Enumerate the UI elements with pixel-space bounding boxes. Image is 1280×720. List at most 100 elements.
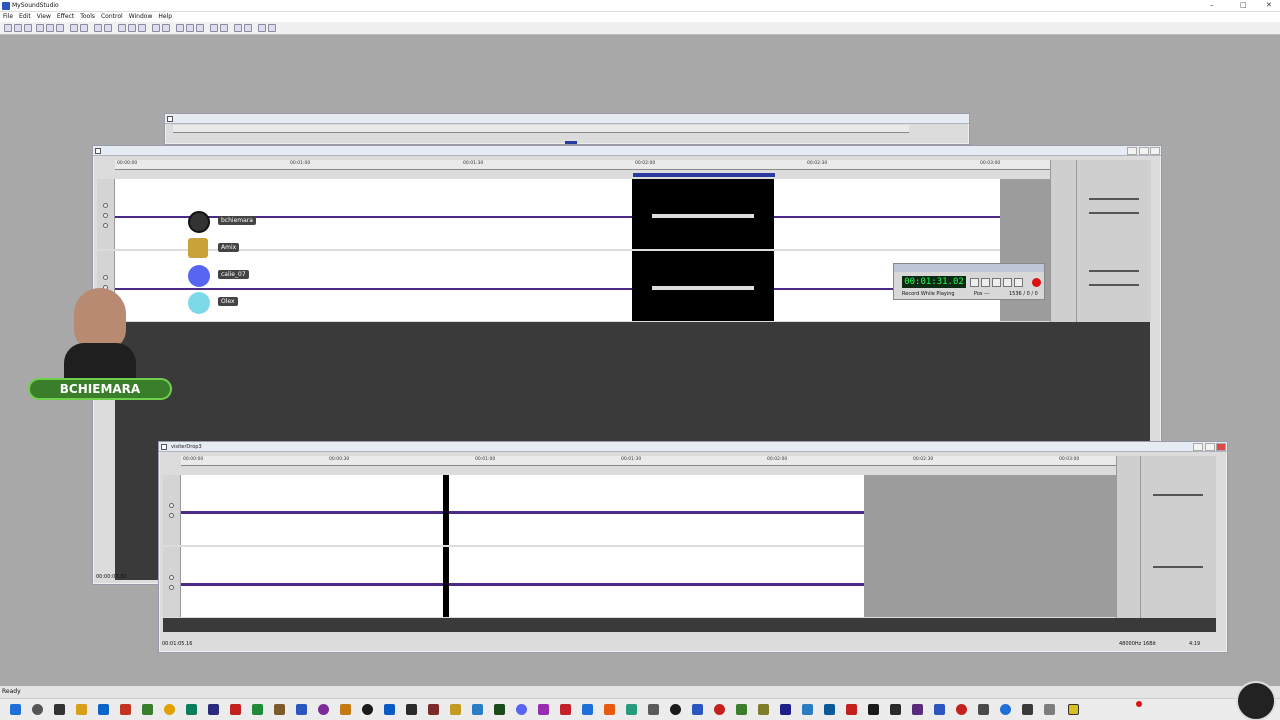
app-icon[interactable] — [846, 704, 857, 715]
app-icon[interactable] — [142, 704, 153, 715]
app-icon[interactable] — [670, 704, 681, 715]
solo-icon[interactable] — [169, 585, 174, 590]
zoom-in-icon[interactable] — [94, 24, 102, 32]
audio-track-2[interactable] — [181, 547, 864, 617]
selection-range-bar[interactable] — [633, 173, 775, 177]
app-icon[interactable] — [582, 704, 593, 715]
app-icon[interactable] — [472, 704, 483, 715]
pause-icon[interactable] — [1003, 278, 1012, 287]
app-icon[interactable] — [714, 704, 725, 715]
menu-view[interactable]: View — [37, 12, 51, 22]
app-icon[interactable] — [780, 704, 791, 715]
audio-track-2[interactable] — [115, 251, 1000, 321]
mute-icon[interactable] — [169, 503, 174, 508]
app-icon[interactable] — [978, 704, 989, 715]
zoom-out-icon[interactable] — [104, 24, 112, 32]
app-icon[interactable] — [230, 704, 241, 715]
app-icon[interactable] — [824, 704, 835, 715]
minimize-button[interactable] — [1127, 147, 1137, 155]
menu-edit[interactable]: Edit — [19, 12, 31, 22]
app-icon[interactable] — [934, 704, 945, 715]
app-icon[interactable] — [318, 704, 329, 715]
track-header-1[interactable] — [97, 179, 115, 249]
new-icon[interactable] — [4, 24, 12, 32]
task-view-icon[interactable] — [54, 704, 65, 715]
open-icon[interactable] — [14, 24, 22, 32]
volume-fader[interactable] — [1089, 198, 1139, 200]
playhead-cursor[interactable] — [443, 475, 449, 545]
record-icon[interactable] — [138, 24, 146, 32]
app-icon[interactable] — [340, 704, 351, 715]
active-app-icon[interactable] — [1068, 704, 1079, 715]
app-icon[interactable] — [912, 704, 923, 715]
app-icon[interactable] — [626, 704, 637, 715]
loop-icon[interactable] — [210, 24, 218, 32]
excel-icon[interactable] — [252, 704, 263, 715]
menu-tools[interactable]: Tools — [80, 12, 95, 22]
app-icon[interactable] — [186, 704, 197, 715]
timeline-ruler[interactable]: 00:00:00 00:00:30 00:01:00 00:01:30 00:0… — [181, 456, 1116, 466]
menu-window[interactable]: Window — [129, 12, 153, 22]
app-icon[interactable] — [736, 704, 747, 715]
copy-icon[interactable] — [46, 24, 54, 32]
minimize-icon[interactable]: – — [1210, 1, 1214, 9]
redo-icon[interactable] — [80, 24, 88, 32]
play-icon[interactable] — [992, 278, 1001, 287]
record-icon[interactable] — [1032, 278, 1041, 287]
minimize-button[interactable] — [1193, 443, 1203, 451]
selected-region[interactable] — [632, 179, 774, 249]
settings-icon[interactable] — [244, 24, 252, 32]
stop-icon[interactable] — [128, 24, 136, 32]
volume-fader[interactable] — [1153, 566, 1203, 568]
mixer-icon[interactable] — [234, 24, 242, 32]
close-button[interactable] — [1216, 443, 1226, 451]
cut-icon[interactable] — [36, 24, 44, 32]
menu-control[interactable]: Control — [101, 12, 123, 22]
horizontal-scrollbar[interactable] — [163, 618, 1216, 632]
menu-help[interactable]: Help — [158, 12, 172, 22]
maximize-button[interactable] — [1139, 147, 1149, 155]
fade-in-icon[interactable] — [176, 24, 184, 32]
mix-window[interactable]: visiterDrop3 00:00:00 00:00:30 00:01:00 … — [158, 441, 1228, 653]
app-icon[interactable] — [406, 704, 417, 715]
rewind-icon[interactable] — [970, 278, 979, 287]
mute-icon[interactable] — [103, 203, 108, 208]
solo-icon[interactable] — [103, 213, 108, 218]
app-icon[interactable] — [450, 704, 461, 715]
solo-icon[interactable] — [169, 513, 174, 518]
app-icon[interactable] — [692, 704, 703, 715]
fade-out-icon[interactable] — [186, 24, 194, 32]
app-icon[interactable] — [428, 704, 439, 715]
app-icon[interactable] — [1022, 704, 1033, 715]
track-header-1[interactable] — [163, 475, 181, 545]
track-header-2[interactable] — [163, 547, 181, 617]
app-icon[interactable] — [802, 704, 813, 715]
timeline-ruler[interactable]: 00:00:00 00:01:00 00:01:30 00:02:00 00:0… — [115, 160, 1050, 170]
app-icon[interactable] — [890, 704, 901, 715]
volume-fader[interactable] — [1089, 270, 1139, 272]
app-icon[interactable] — [560, 704, 571, 715]
app-icon[interactable] — [384, 704, 395, 715]
app-icon[interactable] — [120, 704, 131, 715]
stop-icon[interactable] — [981, 278, 990, 287]
mute-icon[interactable] — [103, 275, 108, 280]
forward-icon[interactable] — [1014, 278, 1023, 287]
record-mode[interactable]: Record While Playing — [902, 291, 955, 297]
app-icon[interactable] — [758, 704, 769, 715]
region-icon[interactable] — [162, 24, 170, 32]
snap-icon[interactable] — [220, 24, 228, 32]
save-icon[interactable] — [24, 24, 32, 32]
app-icon[interactable] — [868, 704, 879, 715]
close-button[interactable] — [1150, 147, 1160, 155]
paste-icon[interactable] — [56, 24, 64, 32]
maximize-icon[interactable]: □ — [1240, 1, 1247, 9]
volume-fader[interactable] — [1153, 494, 1203, 496]
discord-icon[interactable] — [516, 704, 527, 715]
info-icon[interactable] — [268, 24, 276, 32]
play-icon[interactable] — [118, 24, 126, 32]
help-icon[interactable] — [258, 24, 266, 32]
start-icon[interactable] — [10, 704, 21, 715]
app-icon[interactable] — [1000, 704, 1011, 715]
playhead-cursor[interactable] — [443, 547, 449, 617]
normalize-icon[interactable] — [196, 24, 204, 32]
